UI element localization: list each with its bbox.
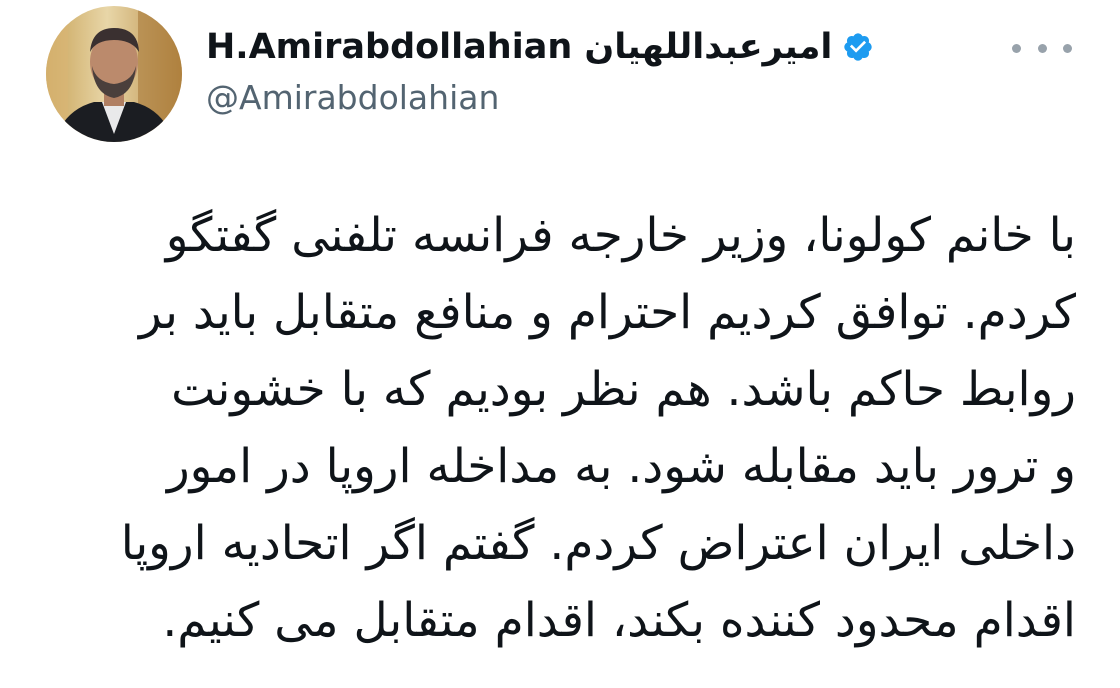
tweet-text-line: اقدام محدود کننده بکند، اقدام متقابل می … [162,593,1076,648]
display-name[interactable]: H.Amirabdollahian اميرعبداللهيان [206,27,832,67]
verified-badge-icon [842,31,874,63]
tweet-text: با خانم کولونا، وزیر خارجه فرانسه تلفنی … [40,197,1076,659]
user-handle[interactable]: @Amirabdolahian [206,78,966,117]
tweet-text-line: با خانم کولونا، وزیر خارجه فرانسه تلفنی … [165,208,1076,263]
tweet-text-line: داخلی ایران اعتراض کردم. گفتم اگر اتحادی… [120,516,1076,571]
more-dot [1037,43,1047,53]
avatar[interactable] [46,6,182,142]
name-row: H.Amirabdollahian اميرعبداللهيان [206,18,966,76]
more-horizontal-icon[interactable] [1012,38,1072,58]
tweet-text-line: روابط حاکم باشد. هم نظر بودیم که با خشون… [171,362,1076,417]
tweet-header: H.Amirabdollahian اميرعبداللهيان @Amirab… [206,18,966,117]
more-dot [1063,43,1072,53]
tweet-text-line: و ترور باید مقابله شود. به مداخله اروپا … [166,439,1076,494]
more-dot [1012,43,1021,53]
tweet-text-line: کردم. توافق کردیم احترام و منافع متقابل … [138,285,1076,340]
tweet-card: H.Amirabdollahian اميرعبداللهيان @Amirab… [0,0,1120,688]
